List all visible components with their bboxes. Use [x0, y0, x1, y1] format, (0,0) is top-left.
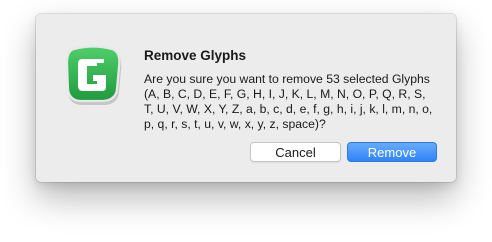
dialog-message: Are you sure you want to remove 53 selec… [144, 72, 433, 131]
dialog-title: Remove Glyphs [144, 48, 247, 63]
remove-glyphs-dialog: Remove Glyphs Are you sure you want to r… [36, 14, 456, 182]
cancel-button[interactable]: Cancel [250, 142, 341, 162]
glyphs-app-icon [64, 46, 122, 106]
remove-button[interactable]: Remove [347, 142, 437, 162]
